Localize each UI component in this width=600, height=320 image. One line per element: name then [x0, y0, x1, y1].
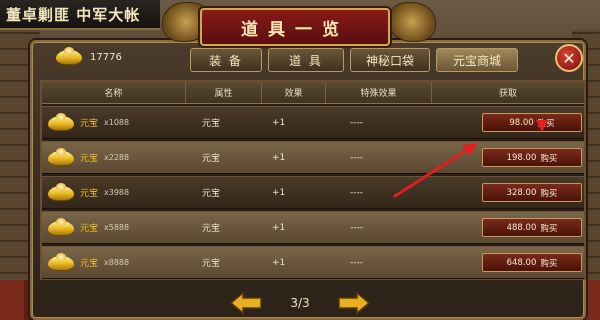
table-row: 元宝 x3988 元宝 +1 ---- 328.00 购买 [42, 176, 584, 209]
item-quantity: x2288 [104, 153, 130, 162]
next-page-button[interactable] [338, 291, 371, 315]
item-quantity: x1088 [104, 118, 130, 127]
buy-price: 648.00 [506, 257, 537, 268]
row-effect: +1 [272, 257, 286, 268]
row-obtain-cell: 488.00 购买 [432, 212, 584, 243]
buy-button[interactable]: 98.00 购买 [482, 113, 582, 132]
buy-label: 购买 [537, 118, 555, 129]
row-obtain-cell: 648.00 购买 [432, 247, 584, 278]
row-attribute: 元宝 [202, 224, 221, 234]
pager: 3/3 [229, 290, 371, 316]
gold-ingot-icon [48, 112, 74, 130]
tab-bar: 装 备 道 具 神秘口袋 元宝商城 [190, 48, 518, 72]
row-attribute: 元宝 [202, 189, 221, 199]
item-quantity: x3988 [104, 188, 130, 197]
row-attribute: 元宝 [202, 119, 221, 129]
header-attribute: 属性 [186, 82, 262, 103]
gold-ingot-icon [48, 217, 74, 235]
row-obtain-cell: 98.00 购买 [432, 107, 584, 138]
buy-button[interactable]: 648.00 购买 [482, 253, 582, 272]
buy-price: 328.00 [506, 187, 537, 198]
row-attribute: 元宝 [202, 154, 221, 164]
item-quantity: x5888 [104, 223, 130, 232]
item-quantity: x8888 [104, 258, 130, 267]
gold-ingot-icon [56, 47, 82, 64]
table-row: 元宝 x8888 元宝 +1 ---- 648.00 购买 [42, 246, 584, 279]
buy-label: 购买 [540, 153, 558, 164]
location-text: 董卓剿匪 中军大帐 [6, 5, 141, 24]
row-name-cell: 元宝 x2288 [42, 142, 186, 173]
row-obtain-cell: 328.00 购买 [432, 177, 584, 208]
buy-button[interactable]: 488.00 购买 [482, 218, 582, 237]
close-button[interactable]: ✕ [555, 44, 583, 72]
row-name-cell: 元宝 x5888 [42, 212, 186, 243]
row-name-cell: 元宝 x3988 [42, 177, 186, 208]
row-name-cell: 元宝 x8888 [42, 247, 186, 278]
arrow-left-icon [229, 291, 262, 315]
header-obtain: 获取 [498, 89, 517, 99]
table-row: 元宝 x5888 元宝 +1 ---- 488.00 购买 [42, 211, 584, 244]
row-special-effect: ---- [350, 117, 363, 128]
buy-button[interactable]: 198.00 购买 [482, 148, 582, 167]
tab-items[interactable]: 道 具 [268, 48, 344, 72]
header-special-effect: 特殊效果 [326, 82, 432, 103]
gold-ingot-icon [48, 147, 74, 165]
table-row: 元宝 x1088 元宝 +1 ---- 98.00 购买 [42, 106, 584, 139]
item-name: 元宝 [80, 224, 99, 234]
window-title-plaque: 道具一览 [200, 8, 390, 46]
header-effect: 效果 [262, 82, 326, 103]
dragon-ornament-right-icon [388, 2, 436, 42]
row-special-effect: ---- [350, 152, 363, 163]
item-name: 元宝 [80, 119, 99, 129]
buy-price: 198.00 [506, 152, 537, 163]
arrow-right-icon [338, 291, 371, 315]
tab-mystery-bag[interactable]: 神秘口袋 [350, 48, 430, 72]
row-effect: +1 [272, 187, 286, 198]
table-row: 元宝 x2288 元宝 +1 ---- 198.00 购买 [42, 141, 584, 174]
gold-ingot-icon [48, 252, 74, 270]
item-name: 元宝 [80, 259, 99, 269]
row-special-effect: ---- [350, 257, 363, 268]
buy-label: 购买 [540, 188, 558, 199]
close-icon: ✕ [562, 48, 576, 68]
buy-price: 488.00 [506, 222, 537, 233]
row-special-effect: ---- [350, 187, 363, 198]
row-special-effect: ---- [350, 222, 363, 233]
buy-button[interactable]: 328.00 购买 [482, 183, 582, 202]
row-attribute: 元宝 [202, 259, 221, 269]
row-effect: +1 [272, 152, 286, 163]
buy-label: 购买 [540, 258, 558, 269]
row-obtain-cell: 198.00 购买 [432, 142, 584, 173]
table-header: 名称 属性 效果 特殊效果 获取 [42, 82, 584, 104]
page-indicator: 3/3 [290, 296, 310, 310]
location-label: 董卓剿匪 中军大帐 [0, 0, 160, 30]
gold-balance: 17776 [56, 47, 122, 64]
prev-page-button[interactable] [229, 291, 262, 315]
header-name: 名称 [42, 82, 186, 103]
window-title: 道具一览 [241, 19, 349, 40]
row-effect: +1 [272, 222, 286, 233]
buy-price: 98.00 [509, 117, 534, 128]
tab-equipment[interactable]: 装 备 [190, 48, 262, 72]
shop-table: 名称 属性 效果 特殊效果 获取 元宝 x1088 元宝 +1 ---- 98.… [40, 80, 586, 280]
gold-ingot-icon [48, 182, 74, 200]
tab-ingot-shop[interactable]: 元宝商城 [436, 48, 518, 72]
item-name: 元宝 [80, 189, 99, 199]
buy-label: 购买 [540, 223, 558, 234]
row-effect: +1 [272, 117, 286, 128]
row-name-cell: 元宝 x1088 [42, 107, 186, 138]
item-name: 元宝 [80, 154, 99, 164]
gold-balance-amount: 17776 [90, 51, 122, 63]
